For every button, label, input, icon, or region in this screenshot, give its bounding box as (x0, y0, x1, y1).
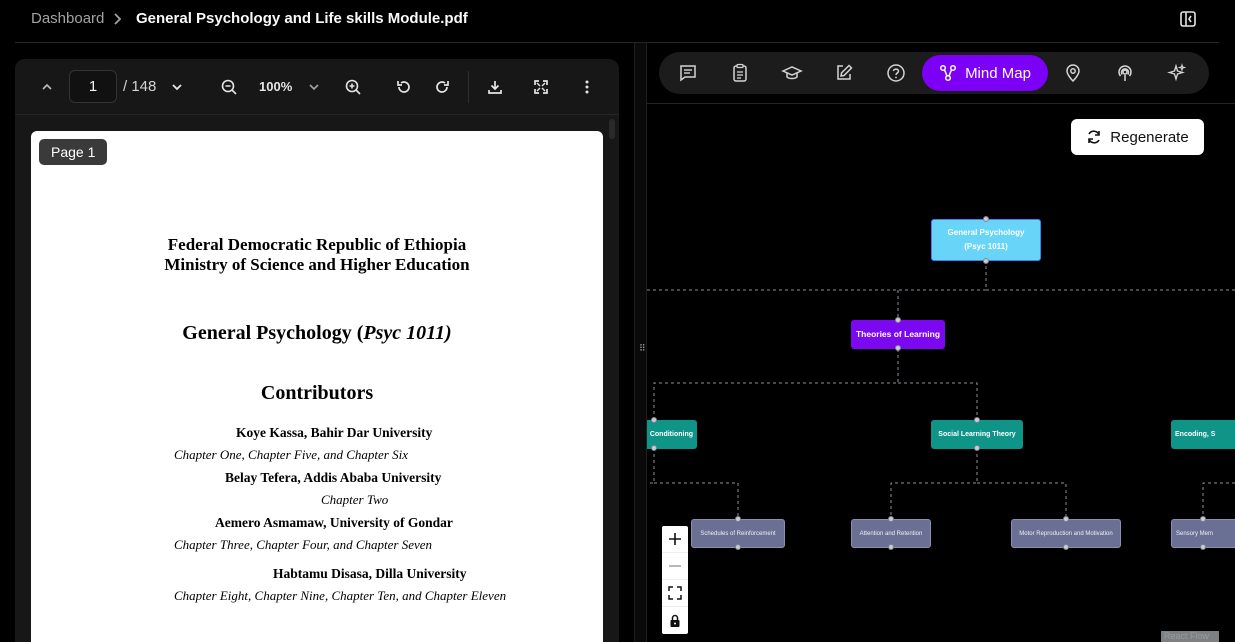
zoom-in-icon[interactable] (343, 77, 363, 97)
node-handle[interactable] (983, 258, 989, 264)
flow-controls (662, 526, 688, 634)
help-icon[interactable] (882, 59, 910, 87)
node-handle[interactable] (1063, 544, 1069, 550)
plus-icon[interactable] (662, 526, 688, 553)
node-handle[interactable] (974, 417, 980, 423)
contributor-chapters: Chapter One, Chapter Five, and Chapter S… (174, 447, 408, 462)
contributor-name: Aemero Asmamaw, University of Gondar (215, 515, 453, 530)
doc-heading-line1: Federal Democratic Republic of Ethiopia (167, 235, 467, 254)
edge (647, 448, 655, 484)
node-handle[interactable] (895, 317, 901, 323)
edit-icon[interactable] (830, 59, 858, 87)
more-options-icon[interactable] (577, 77, 597, 97)
mind-map-canvas[interactable]: General Psychology (Psyc 1011) Theories o… (647, 104, 1235, 642)
page-total: / 148 (123, 78, 157, 95)
fit-view-icon[interactable] (662, 580, 688, 607)
node-handle[interactable] (983, 216, 989, 222)
location-pin-icon[interactable] (1059, 59, 1087, 87)
react-flow-attribution[interactable]: React Flow (1161, 631, 1219, 642)
grip-icon: ⠿ (639, 343, 646, 353)
edge (654, 482, 739, 520)
study-tools-pane: Mind Map Regenerate General Psychology (… (647, 43, 1235, 642)
fullscreen-icon[interactable] (531, 77, 551, 97)
panel-resize-handle[interactable]: ⠿ (634, 43, 647, 642)
node-handle[interactable] (735, 516, 741, 522)
tool-tabs: Mind Map (659, 52, 1209, 94)
contributor-name: Belay Tefera, Addis Ababa University (225, 470, 442, 485)
chat-icon[interactable] (674, 59, 702, 87)
download-icon[interactable] (485, 77, 505, 97)
toolbar-divider (468, 71, 469, 103)
pdf-page: Page 1 Federal Democratic Republic of Et… (31, 131, 603, 642)
mind-map-node-encoding[interactable]: Encoding, S (1171, 420, 1235, 449)
contributor-name: Koye Kassa, Bahir Dar University (236, 425, 433, 440)
mind-map-icon (940, 64, 957, 82)
node-handle[interactable] (651, 445, 657, 451)
contributor-chapters: Chapter Three, Chapter Four, and Chapter… (174, 537, 433, 552)
node-handle[interactable] (974, 445, 980, 451)
node-handle[interactable] (1063, 516, 1069, 522)
graduation-cap-icon[interactable] (778, 59, 806, 87)
edge (898, 382, 978, 421)
pdf-viewer: / 148 100% Page 1 Fe (15, 59, 619, 642)
edge (890, 448, 978, 520)
chevron-right-icon (114, 13, 122, 25)
contributor-name: Habtamu Disasa, Dilla University (273, 566, 467, 581)
edge (977, 482, 1067, 520)
chevron-up-icon[interactable] (39, 77, 55, 97)
edge (653, 349, 899, 421)
node-handle[interactable] (888, 516, 894, 522)
podcast-icon[interactable] (1111, 59, 1139, 87)
minus-icon[interactable] (662, 553, 688, 580)
clipboard-icon[interactable] (726, 59, 754, 87)
top-bar: Dashboard General Psychology and Life sk… (0, 0, 1235, 40)
mind-map-edges (647, 260, 1235, 520)
node-handle[interactable] (651, 417, 657, 423)
zoom-level[interactable]: 100% (259, 79, 292, 94)
pdf-toolbar: / 148 100% (15, 59, 619, 115)
pdf-scrollbar[interactable] (609, 119, 615, 139)
chevron-down-icon[interactable] (169, 77, 185, 97)
zoom-dropdown-icon[interactable] (306, 77, 322, 97)
node-handle[interactable] (895, 345, 901, 351)
page-number-input[interactable] (69, 70, 117, 103)
rotate-right-icon[interactable] (432, 77, 452, 97)
breadcrumb-dashboard-link[interactable]: Dashboard (31, 10, 104, 27)
lock-icon[interactable] (662, 607, 688, 634)
zoom-out-icon[interactable] (219, 77, 239, 97)
node-handle[interactable] (1200, 544, 1206, 550)
contributors-heading: Contributors (260, 382, 374, 404)
sidebar-collapse-icon[interactable] (1178, 9, 1198, 29)
node-handle[interactable] (735, 544, 741, 550)
tab-mind-map[interactable]: Mind Map (922, 55, 1048, 91)
breadcrumb-current-file: General Psychology and Life skills Modul… (136, 10, 468, 27)
doc-title: General Psychology (Psyc 1011) (182, 322, 452, 344)
node-handle[interactable] (888, 544, 894, 550)
page-badge: Page 1 (39, 139, 108, 165)
doc-heading-line2: Ministry of Science and Higher Education (164, 255, 470, 274)
contributor-chapters: Chapter Two (321, 492, 389, 507)
edge (647, 260, 987, 291)
mind-map-root-node[interactable]: General Psychology (Psyc 1011) (931, 219, 1041, 261)
contributor-chapters: Chapter Eight, Chapter Nine, Chapter Ten… (174, 588, 507, 603)
tab-mind-map-label: Mind Map (965, 64, 1031, 82)
edge (1202, 482, 1235, 520)
node-handle[interactable] (1200, 516, 1206, 522)
rotate-left-icon[interactable] (394, 77, 414, 97)
sparkles-icon[interactable] (1163, 59, 1191, 87)
